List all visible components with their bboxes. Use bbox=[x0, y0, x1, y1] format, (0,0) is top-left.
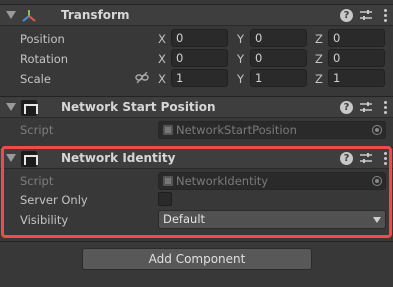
foldout-arrow-icon[interactable] bbox=[6, 103, 16, 111]
divider bbox=[0, 241, 393, 242]
rotation-x-field[interactable]: 0 bbox=[171, 49, 228, 67]
help-icon[interactable]: ? bbox=[340, 101, 353, 114]
object-picker-icon[interactable] bbox=[372, 125, 382, 135]
kebab-menu-icon[interactable] bbox=[384, 100, 388, 114]
position-y-field[interactable]: 0 bbox=[250, 29, 307, 47]
component-title: Transform bbox=[61, 8, 130, 22]
axis-x-label[interactable]: X bbox=[158, 32, 166, 46]
mirror-component-icon bbox=[21, 100, 37, 116]
axis-y-label[interactable]: Y bbox=[237, 32, 244, 46]
scale-x-field[interactable]: 1 bbox=[171, 69, 228, 87]
axis-x-label[interactable]: X bbox=[158, 52, 166, 66]
axis-z-label[interactable]: Z bbox=[315, 72, 323, 86]
axis-z-label[interactable]: Z bbox=[315, 52, 323, 66]
rotation-label: Rotation bbox=[20, 52, 69, 66]
constrain-proportions-link-icon[interactable] bbox=[135, 72, 149, 84]
position-z-field[interactable]: 0 bbox=[328, 29, 385, 47]
presets-icon[interactable] bbox=[359, 8, 373, 22]
position-x-field[interactable]: 0 bbox=[171, 29, 228, 47]
add-component-button[interactable]: Add Component bbox=[82, 248, 312, 270]
script-file-icon bbox=[163, 125, 173, 135]
transform-header[interactable]: Transform ? bbox=[0, 4, 393, 26]
presets-icon[interactable] bbox=[359, 100, 373, 114]
highlight-outline bbox=[1, 146, 392, 238]
component-title: Network Start Position bbox=[61, 100, 216, 114]
axis-z-label[interactable]: Z bbox=[315, 32, 323, 46]
axis-x-label[interactable]: X bbox=[158, 72, 166, 86]
axis-y-label[interactable]: Y bbox=[237, 72, 244, 86]
network-start-position-header[interactable]: Network Start Position ? bbox=[0, 96, 393, 118]
script-name: NetworkStartPosition bbox=[176, 123, 297, 137]
script-object-field[interactable]: NetworkStartPosition bbox=[158, 121, 386, 139]
foldout-arrow-icon[interactable] bbox=[6, 11, 16, 19]
rotation-z-field[interactable]: 0 bbox=[328, 49, 385, 67]
scale-y-field[interactable]: 1 bbox=[250, 69, 307, 87]
axis-y-label[interactable]: Y bbox=[237, 52, 244, 66]
transform-axes-icon bbox=[22, 10, 36, 22]
scale-z-field[interactable]: 1 bbox=[328, 69, 385, 87]
rotation-y-field[interactable]: 0 bbox=[250, 49, 307, 67]
scale-label: Scale bbox=[20, 72, 51, 86]
help-icon[interactable]: ? bbox=[340, 9, 353, 22]
position-label: Position bbox=[20, 32, 65, 46]
kebab-menu-icon[interactable] bbox=[384, 8, 388, 22]
script-label: Script bbox=[20, 123, 54, 137]
